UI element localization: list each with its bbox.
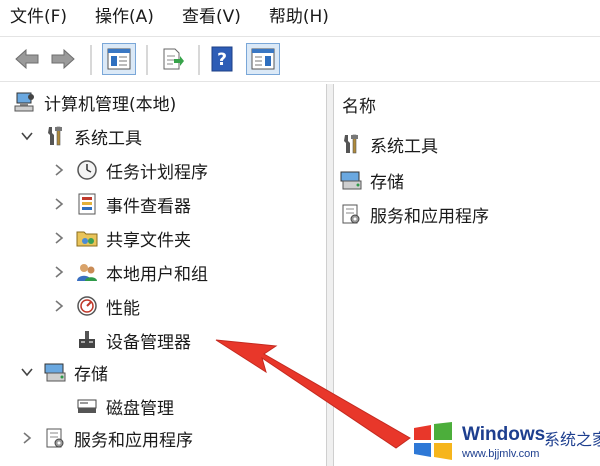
chevron-down-icon[interactable] — [20, 365, 34, 379]
toolbar-separator — [146, 45, 148, 75]
tree-item-label: 磁盘管理 — [106, 398, 174, 419]
tree-item-system-tools[interactable]: 系统工具 — [20, 120, 142, 152]
windows-logo-icon — [414, 422, 452, 460]
tree-item-performance[interactable]: 性能 — [52, 290, 140, 322]
chevron-right-icon[interactable] — [52, 299, 66, 313]
tree-item-services-apps[interactable]: 服务和应用程序 — [20, 422, 193, 454]
tree-item-disk-management[interactable]: 磁盘管理 — [76, 390, 174, 422]
export-list-button[interactable] — [158, 43, 188, 75]
tree-item-label: 存储 — [74, 364, 108, 385]
pane-splitter[interactable] — [326, 84, 334, 466]
menu-action[interactable]: 操作(A) — [95, 0, 154, 34]
shared-folder-icon — [76, 231, 98, 247]
tree-item-local-users-groups[interactable]: 本地用户和组 — [52, 256, 208, 288]
tree-item-task-scheduler[interactable]: 任务计划程序 — [52, 154, 208, 186]
tree-item-label: 系统工具 — [74, 128, 142, 149]
computer-management-icon — [14, 92, 34, 112]
back-arrow-icon — [15, 48, 39, 70]
show-hide-action-pane-button[interactable] — [246, 43, 280, 75]
system-tools-icon — [48, 126, 62, 146]
tree-item-storage[interactable]: 存储 — [20, 356, 108, 388]
list-item-label: 存储 — [370, 172, 404, 193]
chevron-right-icon[interactable] — [52, 163, 66, 177]
column-header-name[interactable]: 名称 — [342, 92, 376, 117]
svg-text:?: ? — [217, 50, 227, 70]
chevron-right-icon[interactable] — [52, 197, 66, 211]
chevron-right-icon[interactable] — [52, 265, 66, 279]
menu-bar: 文件(F) 操作(A) 查看(V) 帮助(H) — [0, 0, 600, 34]
action-pane-icon — [251, 48, 275, 70]
clock-icon — [77, 160, 97, 180]
disk-icon — [77, 399, 97, 413]
tree-item-label: 性能 — [106, 298, 140, 319]
list-item-label: 服务和应用程序 — [370, 206, 489, 227]
list-item-storage[interactable]: 存储 — [340, 164, 404, 196]
users-icon — [77, 264, 97, 281]
menu-file[interactable]: 文件(F) — [10, 0, 67, 34]
menu-view[interactable]: 查看(V) — [182, 0, 241, 34]
tree-item-device-manager[interactable]: 设备管理器 — [76, 324, 191, 356]
help-button[interactable]: ? — [208, 43, 236, 75]
tree-item-label: 计算机管理(本地) — [44, 94, 177, 115]
help-question-icon: ? — [211, 46, 233, 72]
chevron-right-icon[interactable] — [52, 231, 66, 245]
storage-icon — [340, 171, 362, 190]
watermark-brand: Windows — [462, 424, 546, 445]
tree-item-label: 设备管理器 — [106, 332, 191, 353]
toolbar: ? — [0, 36, 600, 82]
forward-button[interactable] — [48, 43, 78, 75]
device-manager-icon — [79, 331, 95, 348]
list-item-services-apps[interactable]: 服务和应用程序 — [340, 198, 489, 230]
tree-item-label: 共享文件夹 — [106, 230, 191, 251]
console-tree-icon — [107, 48, 131, 70]
tree-item-label: 本地用户和组 — [106, 264, 208, 285]
tree-item-computer-management[interactable]: 计算机管理(本地) — [14, 86, 176, 118]
console-tree: 计算机管理(本地) 系统工具 任务计划程序 事件查看器 共享文件夹 本地用户和组… — [0, 84, 326, 466]
watermark-url: www.bjjmlv.com — [462, 448, 540, 460]
forward-arrow-icon — [51, 48, 75, 70]
tree-item-label: 服务和应用程序 — [74, 430, 193, 451]
list-item-system-tools[interactable]: 系统工具 — [340, 128, 438, 160]
toolbar-separator — [90, 45, 92, 75]
tree-item-event-viewer[interactable]: 事件查看器 — [52, 188, 191, 220]
tree-item-label: 任务计划程序 — [106, 162, 208, 183]
back-button[interactable] — [12, 43, 42, 75]
menu-help[interactable]: 帮助(H) — [269, 0, 329, 34]
event-viewer-icon — [78, 193, 96, 215]
chevron-down-icon[interactable] — [20, 129, 34, 143]
toolbar-separator — [198, 45, 200, 75]
details-pane: 名称 系统工具 存储 服务和应用程序 — [334, 84, 600, 466]
services-icon — [342, 204, 360, 224]
storage-icon — [44, 363, 66, 382]
watermark: Windows 系统之家 www.bjjmlv.com — [404, 412, 600, 466]
export-list-icon — [163, 48, 184, 70]
show-hide-console-tree-button[interactable] — [102, 43, 136, 75]
chevron-right-icon[interactable] — [20, 431, 34, 445]
tree-item-shared-folders[interactable]: 共享文件夹 — [52, 222, 191, 254]
tree-item-label: 事件查看器 — [106, 196, 191, 217]
list-item-label: 系统工具 — [370, 136, 438, 157]
services-icon — [46, 428, 64, 448]
performance-gauge-icon — [77, 296, 97, 316]
system-tools-icon — [344, 134, 358, 154]
watermark-site-name: 系统之家 — [544, 430, 600, 449]
